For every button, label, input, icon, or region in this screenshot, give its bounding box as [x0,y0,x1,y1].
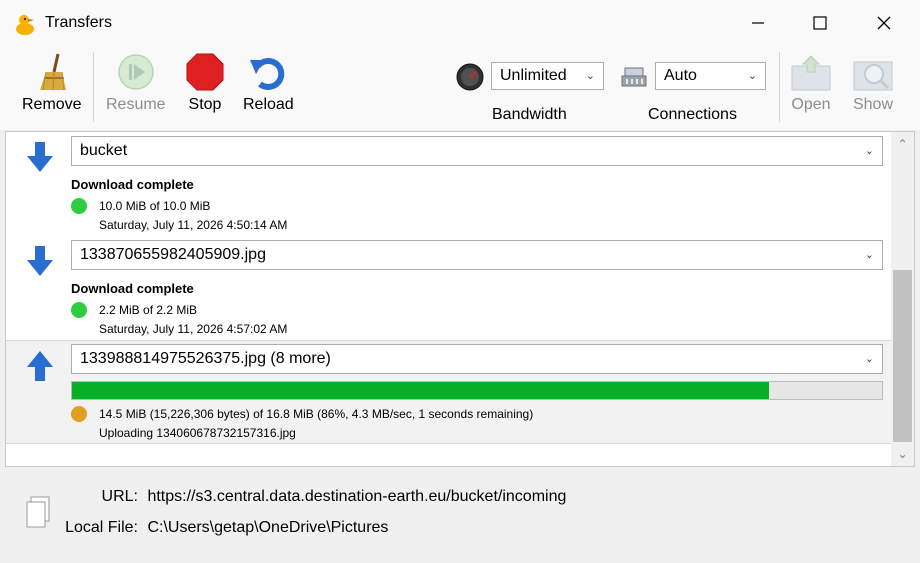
connections-label: Connections [648,106,737,123]
transfer-name-select[interactable]: 133870655982405909.jpg ⌄ [71,240,883,270]
download-arrow-icon [27,142,53,172]
transfer-time: Uploading 134060678732157316.jpg [99,426,296,440]
connections-select[interactable]: Auto ⌄ [655,62,766,90]
minimize-button[interactable] [735,6,781,40]
local-file-label: Local File: [65,519,138,536]
resume-play-icon [118,54,154,90]
maximize-icon [813,16,827,30]
speedometer-icon [456,63,484,91]
upload-progress-bar [71,381,883,400]
reload-button[interactable]: Reload [243,52,294,114]
local-file-row: Local File: C:\Users\getap\OneDrive\Pict… [65,519,388,537]
chevron-down-icon: ⌄ [864,145,874,157]
transfer-item[interactable]: bucket ⌄ Download complete 10.0 MiB of 1… [6,132,891,236]
connections-value: Auto [664,67,697,84]
scroll-up-icon[interactable]: ⌃ [891,134,914,154]
resume-button[interactable]: Resume [106,52,166,114]
transfer-item[interactable]: 133870655982405909.jpg ⌄ Download comple… [6,236,891,340]
maximize-button[interactable] [797,6,843,40]
url-row: URL: https://s3.central.data.destination… [65,488,567,506]
reload-icon [250,57,285,90]
status-dot [71,406,87,422]
transfer-list: bucket ⌄ Download complete 10.0 MiB of 1… [5,131,915,467]
transfer-name: 133988814975526375.jpg (8 more) [80,350,331,367]
open-label: Open [791,96,831,113]
remove-label: Remove [22,96,82,113]
transfer-name-select[interactable]: 133988814975526375.jpg (8 more) ⌄ [71,344,883,374]
download-arrow-icon [27,246,53,276]
upload-progress-fill [72,382,769,399]
upload-arrow-icon [27,351,53,381]
scroll-thumb[interactable] [893,270,912,442]
title-bar: Transfers [0,0,920,46]
transfer-size: 2.2 MiB of 2.2 MiB [99,303,198,317]
transfer-name: 133870655982405909.jpg [80,246,266,263]
open-folder-icon [791,55,831,91]
vertical-scrollbar[interactable]: ⌃ ⌄ [891,132,914,466]
remove-button[interactable]: Remove [22,52,82,114]
show-button[interactable]: Show [850,52,896,114]
stop-label: Stop [188,96,222,113]
close-button[interactable] [861,6,907,40]
transfer-size: 10.0 MiB of 10.0 MiB [99,199,211,213]
transfer-name: bucket [80,142,128,159]
close-icon [877,16,891,30]
chevron-down-icon: ⌄ [864,249,874,261]
status-dot [71,302,87,318]
details-panel: URL: https://s3.central.data.destination… [0,470,920,563]
transfer-time: Saturday, July 11, 2026 4:57:02 AM [99,322,288,336]
window-title: Transfers [45,14,112,31]
chevron-down-icon: ⌄ [864,353,874,365]
transfer-size: 14.5 MiB (15,226,306 bytes) of 16.8 MiB … [99,407,534,421]
open-button[interactable]: Open [788,52,834,114]
show-magnifier-icon [853,61,893,91]
bandwidth-select[interactable]: Unlimited ⌄ [491,62,604,90]
transfer-status: Download complete [71,281,194,296]
transfer-status: Download complete [71,177,194,192]
scroll-down-icon[interactable]: ⌄ [891,444,914,464]
documents-icon [26,496,50,528]
transfer-name-select[interactable]: bucket ⌄ [71,136,883,166]
chevron-down-icon: ⌄ [747,70,757,82]
network-connections-icon [621,67,647,87]
resume-label: Resume [106,96,166,113]
stop-button[interactable]: Stop [185,52,225,114]
url-value: https://s3.central.data.destination-eart… [147,488,567,505]
transfer-time: Saturday, July 11, 2026 4:50:14 AM [99,218,288,232]
bandwidth-label: Bandwidth [492,106,567,123]
transfer-item[interactable]: 133988814975526375.jpg (8 more) ⌄ 14.5 M… [6,340,891,444]
show-label: Show [852,96,894,113]
duck-app-icon [16,15,34,35]
reload-label: Reload [243,96,294,113]
local-file-value: C:\Users\getap\OneDrive\Pictures [147,519,389,536]
status-dot [71,198,87,214]
toolbar-separator [779,52,780,122]
toolbar-separator [93,52,94,122]
broom-icon [39,53,66,91]
bandwidth-value: Unlimited [500,67,567,84]
toolbar: Remove Resume Stop Reload Unlimited ⌄ Ba… [0,46,920,130]
url-label: URL: [101,488,138,505]
stop-sign-icon [186,53,224,91]
minimize-icon [752,22,764,24]
chevron-down-icon: ⌄ [585,70,595,82]
